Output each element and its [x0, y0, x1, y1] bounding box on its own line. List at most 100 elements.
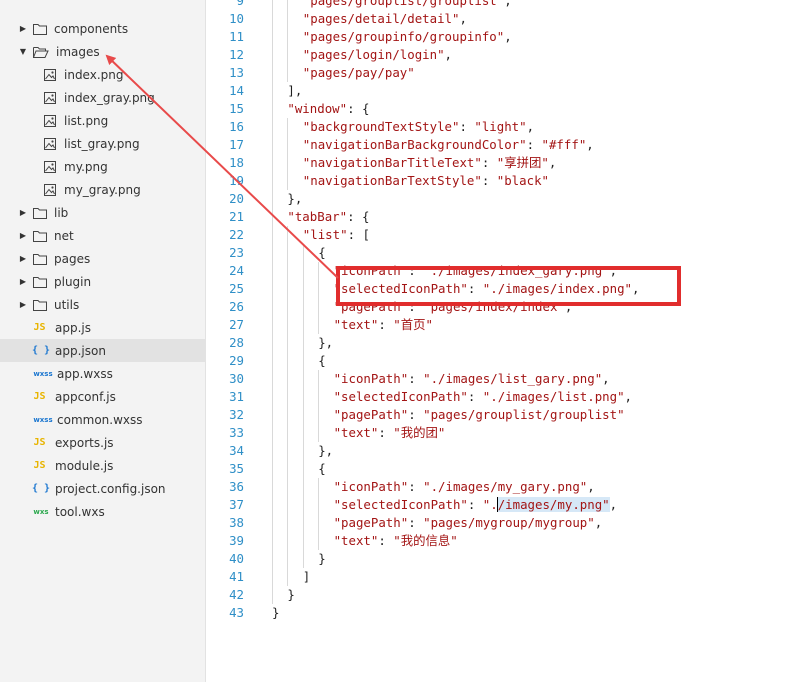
- tree-item-utils[interactable]: ▶ utils: [0, 293, 206, 316]
- line-number: 24: [229, 263, 244, 278]
- line-number: 33: [229, 425, 244, 440]
- js-file-icon: JS: [33, 437, 46, 448]
- wxss-file-icon: wxss: [33, 415, 53, 424]
- tree-item-list-png[interactable]: list.png: [0, 109, 206, 132]
- image-file-icon: [44, 183, 56, 196]
- line-number: 41: [229, 569, 244, 584]
- code-line: 16 "backgroundTextStyle": "light",: [206, 118, 794, 136]
- code-token: :: [408, 515, 424, 530]
- line-code: ],: [287, 82, 302, 100]
- code-token: "window": [287, 101, 348, 116]
- tree-item-plugin[interactable]: ▶ plugin: [0, 270, 206, 293]
- line-code: "pages/grouplist/grouplist",: [303, 0, 512, 10]
- code-line: 42}: [206, 586, 794, 604]
- code-token: :: [481, 173, 497, 188]
- line-code: "backgroundTextStyle": "light",: [303, 118, 534, 136]
- code-token: "iconPath": [333, 371, 409, 386]
- line-code: },: [318, 334, 333, 352]
- tree-item-exports-js[interactable]: JS exports.js: [0, 431, 206, 454]
- line-code: }: [272, 604, 279, 622]
- code-token: :: [481, 155, 497, 170]
- tree-item-images[interactable]: ▼ images: [0, 40, 206, 63]
- code-token: }: [287, 587, 295, 602]
- collapse-right-icon[interactable]: ▶: [18, 208, 28, 218]
- tree-item-my-gray-png[interactable]: my_gray.png: [0, 178, 206, 201]
- tree-item-index-png[interactable]: index.png: [0, 63, 206, 86]
- tree-item-components[interactable]: ▶ components: [0, 17, 206, 40]
- code-token: ,: [504, 29, 512, 44]
- tree-item-list-gray-png[interactable]: list_gray.png: [0, 132, 206, 155]
- image-file-icon: [44, 160, 56, 173]
- code-editor[interactable]: 9 "pages/grouplist/grouplist", 10 "pages/de…: [206, 0, 794, 682]
- code-line: 39 "text": "我的信息": [206, 532, 794, 550]
- code-token: "首页": [393, 317, 433, 332]
- code-token: ,: [594, 515, 603, 530]
- code-token: "pages/mygroup/mygroup": [423, 515, 595, 530]
- code-token: ,: [548, 155, 557, 170]
- tree-item-module-js[interactable]: JS module.js: [0, 454, 206, 477]
- line-number: 22: [229, 227, 244, 242]
- tree-item-app-wxss[interactable]: wxss app.wxss: [0, 362, 206, 385]
- tree-item-pages[interactable]: ▶ pages: [0, 247, 206, 270]
- code-token: "navigationBarBackgroundColor": [302, 137, 527, 152]
- code-token: ],: [287, 83, 303, 98]
- tree-item-label: lib: [54, 205, 69, 220]
- collapse-right-icon[interactable]: ▶: [18, 300, 28, 310]
- tree-item-label: app.js: [55, 320, 91, 335]
- json-file-icon: { }: [31, 345, 51, 356]
- tree-item-label: pages: [54, 251, 91, 266]
- code-line: 34},: [206, 442, 794, 460]
- code-token: "pages/login/login": [302, 47, 445, 62]
- code-line: 35 {: [206, 460, 794, 478]
- line-code: "navigationBarTextStyle": "black": [303, 172, 549, 190]
- tree-item-common-wxss[interactable]: wxss common.wxss: [0, 408, 206, 431]
- tree-item-lib[interactable]: ▶ lib: [0, 201, 206, 224]
- tree-item-project-config-json[interactable]: { } project.config.json: [0, 477, 206, 500]
- tree-item-app-js[interactable]: JS app.js: [0, 316, 206, 339]
- line-number: 28: [229, 335, 244, 350]
- code-token: ,: [602, 371, 610, 386]
- line-number: 21: [229, 209, 244, 224]
- tree-item-tool-wxs[interactable]: wxs tool.wxs: [0, 500, 206, 523]
- line-number: 27: [229, 317, 244, 332]
- collapse-right-icon[interactable]: ▶: [18, 277, 28, 287]
- tree-item-label: plugin: [54, 274, 92, 289]
- line-code: {: [318, 352, 325, 370]
- tree-item-label: utils: [54, 297, 80, 312]
- code-token: :: [378, 317, 394, 332]
- code-line: 19 "navigationBarTextStyle": "black": [206, 172, 794, 190]
- code-token: :: [408, 407, 424, 422]
- line-code: "window": {: [287, 100, 369, 118]
- wxs-file-icon: wxs: [33, 507, 49, 516]
- tree-item-app-json[interactable]: { } app.json: [0, 339, 206, 362]
- line-number: 13: [229, 65, 244, 80]
- image-file-icon: [44, 114, 56, 127]
- collapse-right-icon[interactable]: ▶: [18, 231, 28, 241]
- code-token: "text": [333, 425, 379, 440]
- js-file-icon: JS: [33, 391, 46, 402]
- line-number: 18: [229, 155, 244, 170]
- tree-item-index-gray-png[interactable]: index_gray.png: [0, 86, 206, 109]
- collapse-right-icon[interactable]: ▶: [18, 254, 28, 264]
- tree-item-my-png[interactable]: my.png: [0, 155, 206, 178]
- line-number: 11: [229, 29, 244, 44]
- code-token: ,: [609, 497, 618, 512]
- line-code: }: [318, 550, 325, 568]
- code-token: }: [272, 605, 280, 620]
- code-line: 31 "selectedIconPath": "./images/list.png…: [206, 388, 794, 406]
- code-line: 17 "navigationBarBackgroundColor": "#fff"…: [206, 136, 794, 154]
- tree-item-label: app.wxss: [57, 366, 113, 381]
- code-line: 28},: [206, 334, 794, 352]
- collapse-right-icon[interactable]: ▶: [18, 24, 28, 34]
- code-line: 32 "pagePath": "pages/grouplist/grouplist…: [206, 406, 794, 424]
- code-token: "list": [302, 227, 348, 242]
- line-code: "pages/detail/detail",: [303, 10, 467, 28]
- tree-item-appconf-js[interactable]: JS appconf.js: [0, 385, 206, 408]
- expand-down-icon[interactable]: ▼: [18, 47, 28, 57]
- code-token: "#fff": [541, 137, 587, 152]
- code-token: {: [318, 461, 326, 476]
- line-number: 34: [229, 443, 244, 458]
- json-file-icon: { }: [31, 483, 51, 494]
- folder-icon: [33, 230, 47, 242]
- tree-item-net[interactable]: ▶ net: [0, 224, 206, 247]
